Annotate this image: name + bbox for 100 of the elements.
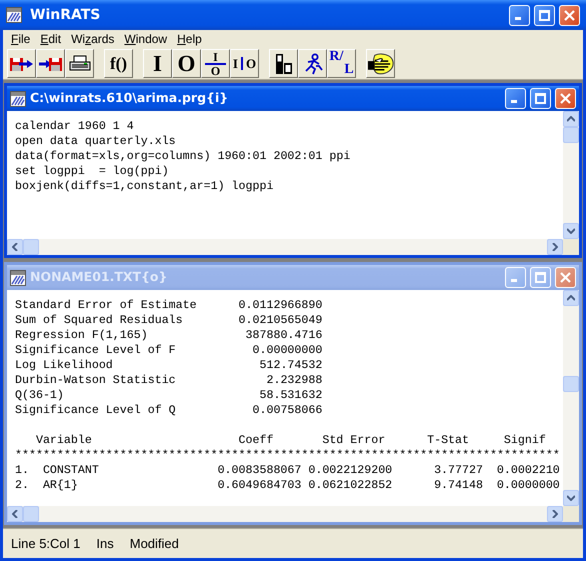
code-line: open data quarterly.xls (15, 134, 177, 149)
close-button[interactable] (555, 267, 576, 288)
close-button[interactable] (555, 88, 576, 109)
vertical-scrollbar[interactable] (563, 290, 579, 506)
separator-line: ****************************************************************************** (15, 448, 561, 463)
column-header: Signif (502, 433, 547, 448)
stat-label: Durbin-Watson Statistic (15, 373, 177, 388)
close-icon (560, 93, 571, 104)
close-icon (564, 10, 575, 20)
scroll-right-icon[interactable] (552, 243, 558, 251)
toolbar-button[interactable] (366, 49, 395, 78)
hand-icon (367, 52, 394, 76)
table-cell-text: 0.0002210 (496, 463, 560, 478)
column-header: Std Error (321, 433, 386, 448)
stat-label: Log Likelihood (15, 358, 114, 373)
status-text: Ins (96, 534, 114, 553)
column-header: T-Stat (426, 433, 470, 448)
toolbar-button[interactable]: I O (201, 49, 230, 78)
toolbar-button[interactable]: I (143, 49, 172, 78)
toolbar-button[interactable] (7, 49, 36, 78)
stat-value: 512.74532 (258, 358, 322, 373)
scroll-thumb[interactable] (563, 127, 579, 143)
blocks-icon (274, 52, 294, 74)
maximize-icon (535, 93, 546, 104)
status-text: Line 5:Col 1 (11, 534, 80, 553)
toolbar-button[interactable] (269, 49, 298, 78)
minimize-icon (511, 279, 517, 282)
toolbar-button[interactable] (36, 49, 65, 78)
window-title: WinRATS (30, 6, 100, 24)
toolbar-button[interactable] (298, 49, 327, 78)
stat-value: 58.531632 (258, 388, 322, 403)
code-line: data(format=xls,org=columns) 1960:01 2002:01 ppi (15, 149, 352, 164)
menu-item[interactable]: Wizards (66, 30, 120, 48)
text-area[interactable] (7, 290, 563, 506)
scroll-down-icon[interactable] (567, 228, 575, 234)
toolbar-button[interactable]: I O (230, 49, 259, 78)
document-title: C:\winrats.610\arima.prg{i} (30, 89, 228, 108)
stat-value: 0.0112966890 (238, 298, 322, 313)
document-title: NONAME01.TXT{o} (30, 268, 168, 286)
table-cell-text: AR{1} (42, 478, 79, 493)
maximize-button[interactable] (534, 4, 555, 26)
menu-item[interactable]: Window (119, 30, 172, 48)
stat-value: 2.232988 (265, 373, 322, 388)
close-button[interactable] (559, 4, 580, 26)
status-text: Modified (130, 534, 179, 553)
menu-item[interactable]: Edit (35, 30, 66, 48)
minimize-button[interactable] (509, 4, 530, 26)
scroll-left-icon[interactable] (12, 243, 18, 251)
stat-label: Significance Level of F (15, 343, 177, 358)
table-cell-text: 2. (15, 478, 30, 493)
menu-item[interactable]: File (6, 30, 36, 48)
table-cell: 0.0083588067 (218, 463, 302, 478)
table-cell-text: 3.77727 (433, 463, 483, 478)
menu-item[interactable]: Help (172, 30, 207, 48)
table-cell-text: 0.0000000 (496, 478, 560, 493)
scroll-up-icon[interactable] (567, 116, 575, 122)
toolbar-button[interactable]: O (172, 49, 201, 78)
toolbar-button[interactable]: R/ L (327, 49, 356, 78)
horizontal-scrollbar[interactable] (7, 239, 563, 255)
maximize-icon (535, 272, 546, 283)
code-line: set logppi = log(ppi) (15, 164, 170, 179)
table-cell-text: CONSTANT (42, 463, 100, 478)
horizontal-scrollbar[interactable] (7, 506, 563, 522)
table-cell-text: 1. (15, 463, 30, 478)
app-logo-icon (10, 270, 26, 286)
stat-value: 0.0210565049 (238, 313, 322, 328)
minimize-icon (511, 100, 517, 103)
app-logo-icon (6, 7, 22, 23)
stat-value: 0.00000000 (252, 343, 322, 358)
code-line: calendar 1960 1 4 (15, 119, 135, 134)
scroll-down-icon[interactable] (567, 495, 575, 501)
table-cell-text: 9.74148 (433, 478, 483, 493)
scroll-thumb[interactable] (23, 239, 39, 255)
stat-label: Significance Level of Q (15, 403, 177, 418)
vertical-scrollbar[interactable] (563, 111, 579, 239)
printer-icon (68, 54, 90, 72)
text-area[interactable]: calendar 1960 1 4 open data quarterly.xls data(format=xls,org=columns) 1960:01 2002:01 ppi set logppi = log(ppi) boxjenk(diffs=1,constant,ar=1) logppi (7, 111, 563, 239)
stat-value: 0.00758066 (252, 403, 322, 418)
stat-label: Sum of Squared Residuals (15, 313, 184, 328)
stat-label: Regression F(1,165) (15, 328, 149, 343)
scroll-up-icon[interactable] (567, 295, 575, 301)
maximize-button[interactable] (530, 88, 551, 109)
scroll-right-icon[interactable] (552, 510, 558, 518)
stat-label: Q(36-1) (15, 388, 65, 403)
stat-label: Standard Error of Estimate (15, 298, 198, 313)
scroll-thumb[interactable] (23, 506, 39, 522)
column-header: Variable (34, 433, 93, 448)
app-logo-icon (10, 90, 26, 106)
scroll-left-icon[interactable] (12, 510, 18, 518)
scroll-thumb[interactable] (563, 376, 579, 392)
table-cell-text: 0.0022129200 (307, 463, 392, 478)
minimize-icon (515, 16, 521, 20)
column-header: Coeff (238, 433, 274, 448)
table-cell-text: 0.0621022852 (307, 478, 392, 493)
toolbar-button[interactable] (65, 49, 94, 78)
minimize-button[interactable] (505, 88, 526, 109)
toolbar-button[interactable]: f() (104, 49, 133, 78)
table-cell: 0.6049684703 (218, 478, 302, 493)
code-line: boxjenk(diffs=1,constant,ar=1) logppi (15, 179, 274, 194)
close-icon (560, 272, 571, 283)
